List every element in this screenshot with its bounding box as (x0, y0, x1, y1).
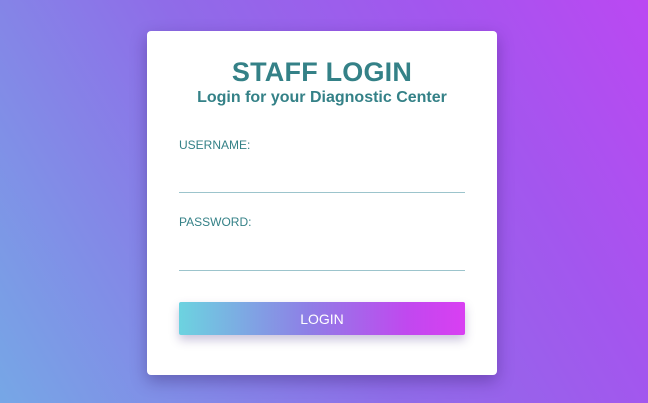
password-label: PASSWORD: (179, 215, 252, 229)
username-input[interactable] (179, 166, 465, 193)
username-label: USERNAME: (179, 138, 251, 152)
password-input[interactable] (179, 244, 465, 271)
page-title: STAFF LOGIN (231, 57, 413, 87)
login-button[interactable]: LOGIN (179, 302, 465, 335)
page-subtitle: Login for your Diagnostic Center (197, 89, 447, 106)
login-card: STAFF LOGIN Login for your Diagnostic Ce… (147, 31, 497, 375)
